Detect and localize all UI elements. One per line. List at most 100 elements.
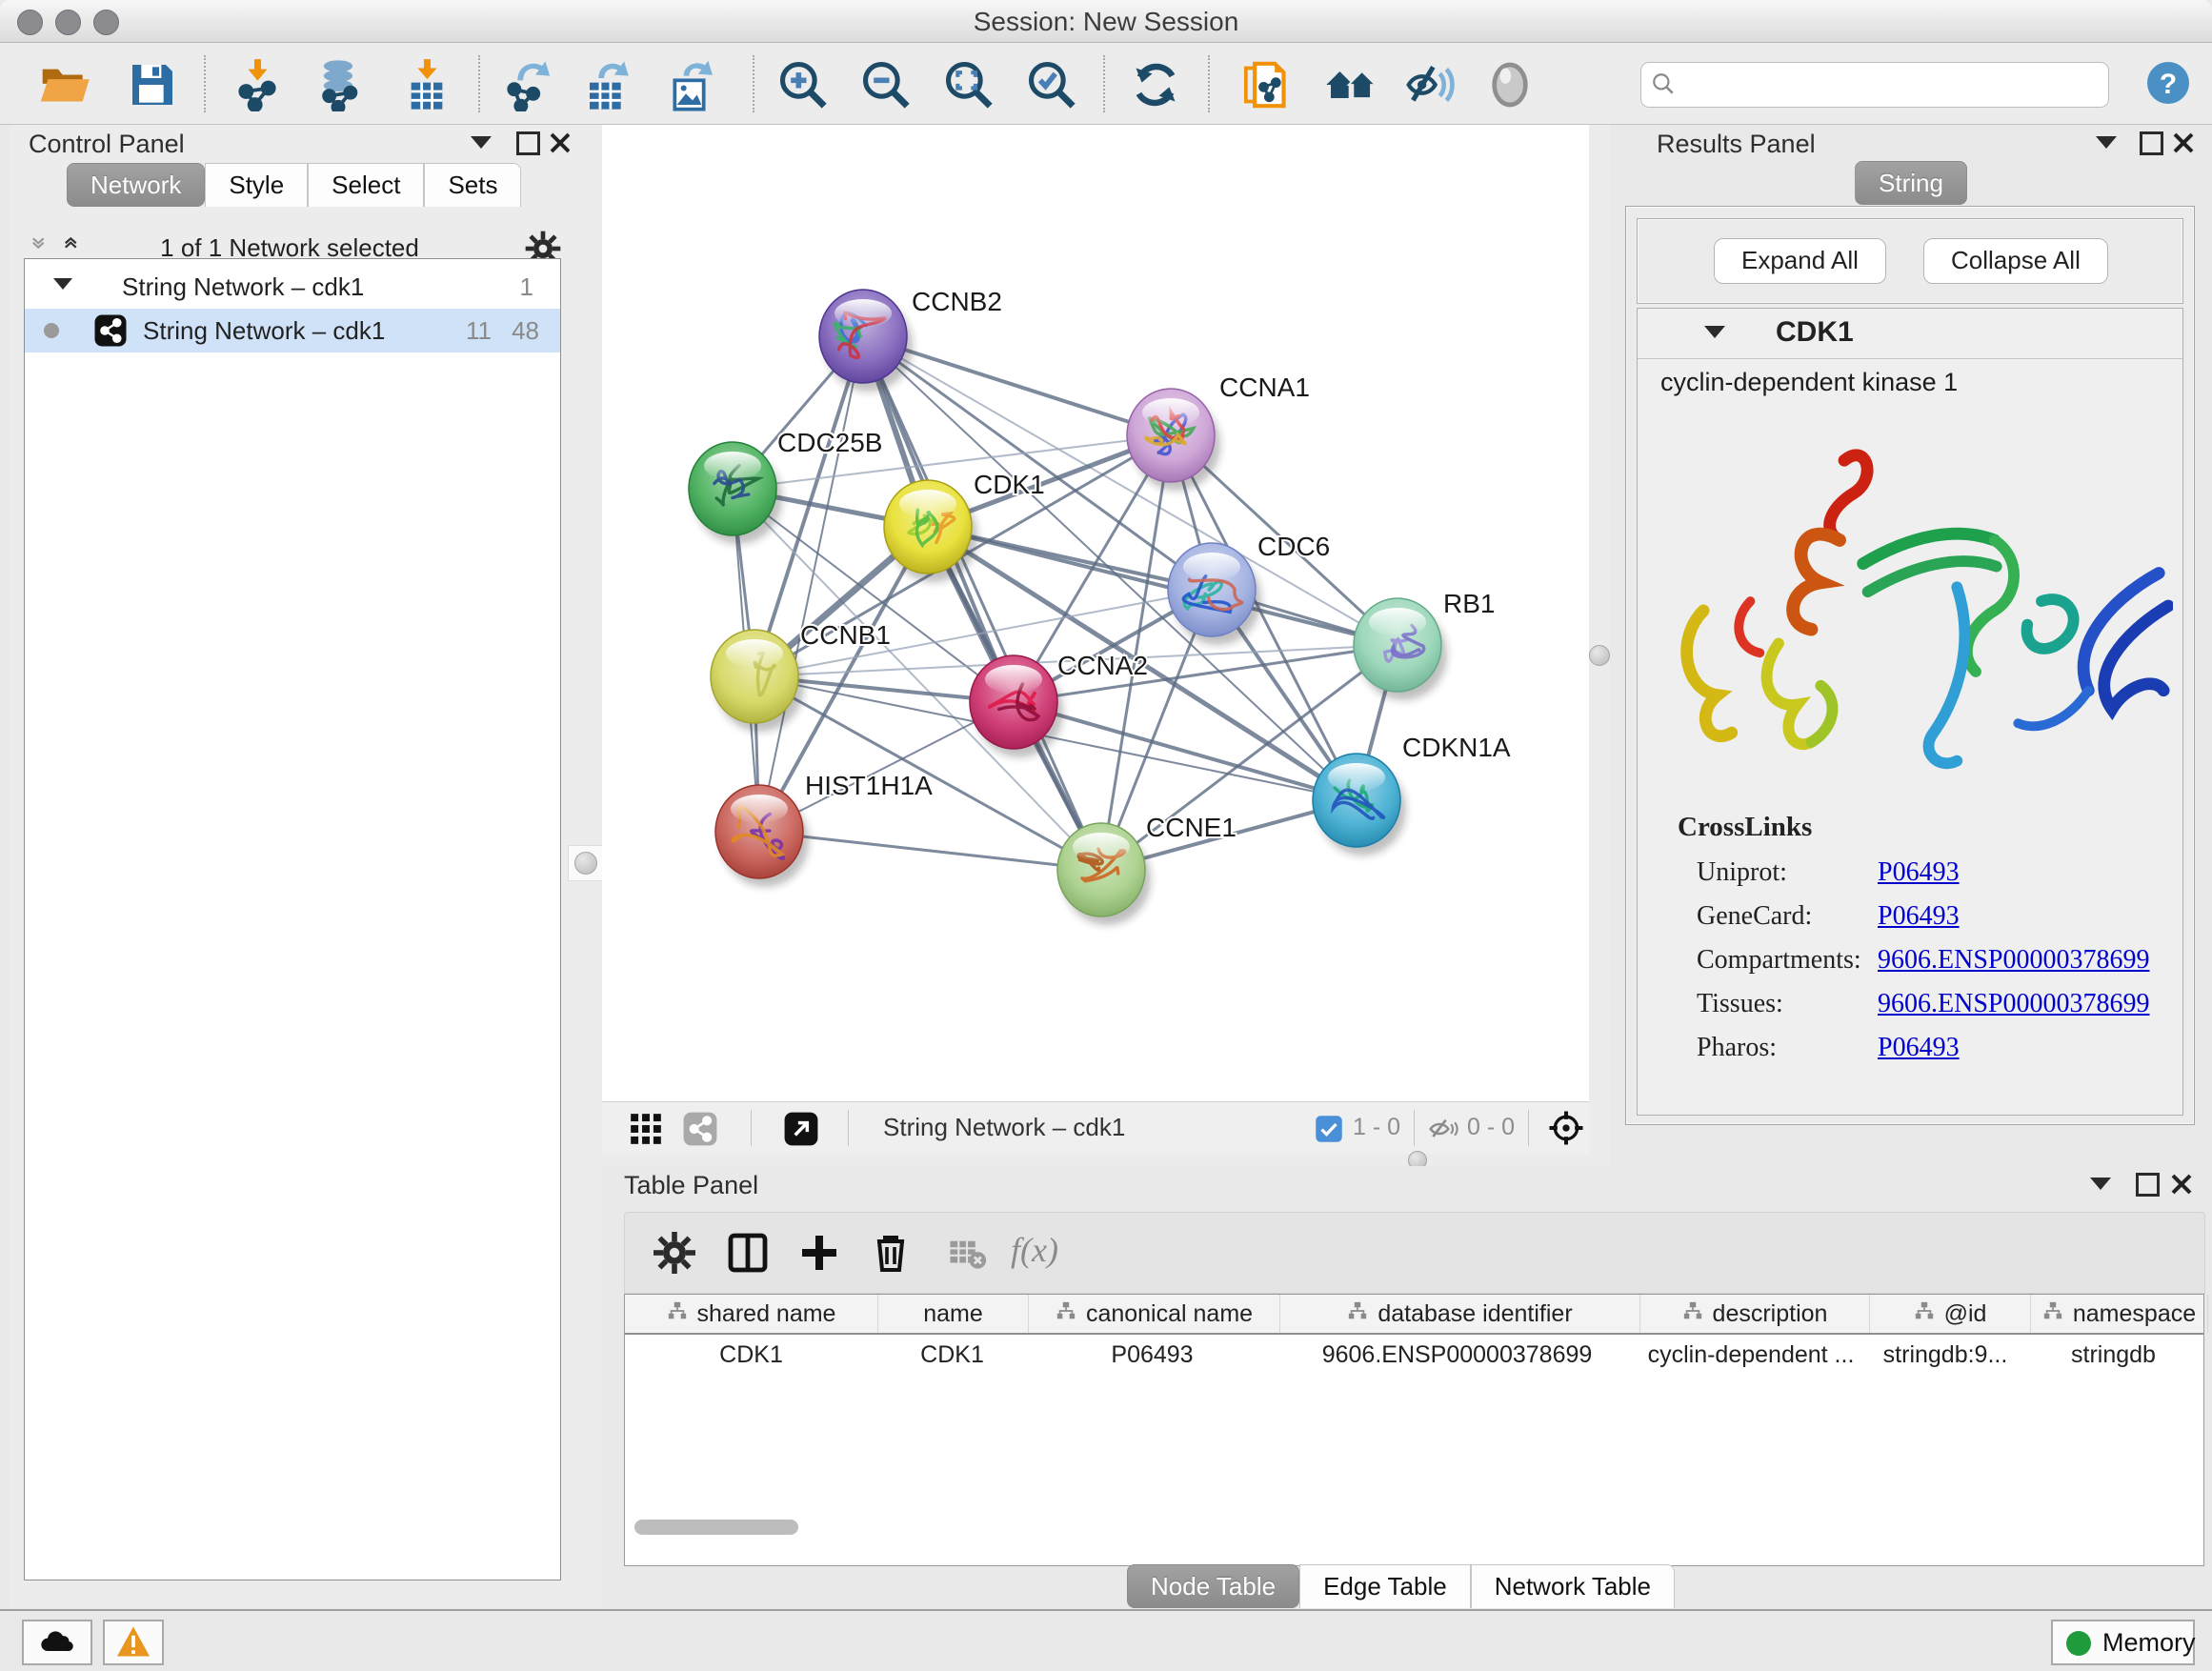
tab-edge-table[interactable]: Edge Table [1299,1564,1471,1608]
horizontal-scrollbar[interactable] [634,1520,798,1535]
columns-icon[interactable] [725,1230,771,1276]
tab-network-table[interactable]: Network Table [1471,1564,1675,1608]
search-input[interactable] [1683,65,2097,103]
network-node-cdk1[interactable] [884,480,977,582]
panel-close-icon[interactable] [549,131,572,154]
node-label: CCNB2 [912,287,1002,316]
panel-collapse-icon[interactable] [2096,136,2117,153]
panel-collapse-icon[interactable] [2090,1178,2111,1195]
left-splitter-handle[interactable] [574,852,597,875]
right-splitter-handle[interactable] [1589,645,1610,666]
node-table[interactable]: shared namenamecanonical name database id… [624,1294,2204,1566]
warning-button[interactable] [103,1620,164,1665]
tab-node-table[interactable]: Node Table [1127,1564,1299,1608]
table-cell[interactable]: stringdb:9... [1865,1335,2025,1375]
tab-string[interactable]: String [1855,161,1967,205]
column-header[interactable]: database identifier [1280,1295,1640,1333]
network-canvas[interactable]: CCNB2CCNA1CDC25BCDK1CDC6RB1CCNB1CCNA2CDK… [602,125,1589,1101]
network-node-ccna2[interactable] [970,655,1063,757]
node-gloss [1328,763,1385,792]
tab-style[interactable]: Style [205,163,308,207]
table-cell[interactable]: CDK1 [877,1335,1027,1375]
tab-sets[interactable]: Sets [424,163,521,207]
delete-column-icon[interactable] [868,1230,914,1276]
collapse-entry-icon[interactable] [1704,326,1725,338]
export-image-icon[interactable] [666,58,719,111]
column-header[interactable]: namespace [2031,1295,2208,1333]
node-label: RB1 [1443,589,1495,618]
crosslink-link[interactable]: P06493 [1878,857,1960,888]
zoom-out-icon[interactable] [859,58,913,111]
left-splitter[interactable] [570,125,602,1608]
zoom-fit-icon[interactable] [942,58,995,111]
help-icon[interactable]: ? [2145,60,2191,106]
hide-unhide-icon[interactable] [1404,58,1458,111]
refresh-icon[interactable] [1129,58,1182,111]
column-header[interactable]: canonical name [1029,1295,1280,1333]
string-network-graph[interactable]: CCNB2CCNA1CDC25BCDK1CDC6RB1CCNB1CCNA2CDK… [602,125,1589,1101]
add-column-icon[interactable] [796,1230,842,1276]
network-edge[interactable] [759,336,863,832]
birdseye-grid-icon[interactable] [628,1111,664,1147]
clone-document-icon[interactable] [1240,58,1294,111]
memory-button[interactable]: Memory [2051,1620,2195,1665]
save-icon[interactable] [126,58,179,111]
table-cell[interactable]: stringdb [2025,1335,2202,1375]
selected-checkbox-icon[interactable] [1315,1115,1343,1143]
collection-row[interactable]: String Network – cdk1 1 [25,265,560,309]
table-cell[interactable]: CDK1 [625,1335,877,1375]
network-node-rb1[interactable] [1354,598,1447,700]
column-header[interactable]: @id [1870,1295,2031,1333]
table-cell[interactable]: cyclin-dependent ... [1637,1335,1865,1375]
import-network-icon[interactable] [231,58,284,111]
crosslink-link[interactable]: P06493 [1878,901,1960,932]
import-database-icon[interactable] [312,58,365,111]
network-node-cdkn1a[interactable] [1313,754,1406,856]
open-folder-icon[interactable] [38,58,91,111]
highlight-icon[interactable] [1483,58,1537,111]
fit-selected-target-icon[interactable] [1547,1109,1585,1147]
panel-float-icon[interactable] [2136,1173,2160,1197]
expand-all-button[interactable]: Expand All [1714,238,1886,284]
column-header[interactable]: shared name [625,1295,878,1333]
network-node-cdc25b[interactable] [689,442,782,544]
homes-icon[interactable] [1324,58,1377,111]
network-node-ccne1[interactable] [1057,823,1151,925]
cloud-button[interactable] [22,1620,92,1665]
export-network-icon[interactable] [502,58,555,111]
network-node-ccnb2[interactable] [819,290,913,392]
table-cell[interactable]: P06493 [1027,1335,1277,1375]
gear-icon[interactable] [652,1230,697,1276]
collapse-all-button[interactable]: Collapse All [1923,238,2108,284]
table-row[interactable]: CDK1CDK1P064939606.ENSP00000378699cyclin… [625,1335,2203,1375]
import-table-icon[interactable] [400,58,453,111]
crosslink-link[interactable]: P06493 [1878,1033,1960,1063]
node-gloss [1142,398,1199,427]
zoom-in-icon[interactable] [776,58,830,111]
panel-close-icon[interactable] [2170,1173,2193,1196]
panel-close-icon[interactable] [2172,131,2195,154]
tab-select[interactable]: Select [308,163,424,207]
column-header[interactable]: name [878,1295,1029,1333]
gene-header-row[interactable]: CDK1 [1638,309,2182,359]
column-header-label: database identifier [1377,1300,1572,1328]
panel-float-icon[interactable] [516,131,540,155]
network-node-hist1h1a[interactable] [715,785,809,887]
column-header[interactable]: description [1640,1295,1870,1333]
table-cell[interactable]: 9606.ENSP00000378699 [1277,1335,1637,1375]
crosslink-link[interactable]: 9606.ENSP00000378699 [1878,945,2149,976]
panel-float-icon[interactable] [2140,131,2163,155]
tab-network[interactable]: Network [67,163,205,207]
crosslink-link[interactable]: 9606.ENSP00000378699 [1878,989,2149,1019]
export-table-icon[interactable] [583,58,636,111]
string-tools-icon[interactable] [682,1111,718,1147]
network-node-ccna1[interactable] [1127,389,1220,491]
zoom-selected-icon[interactable] [1025,58,1078,111]
search-icon [1651,71,1676,96]
network-edge[interactable] [759,832,1101,870]
clear-table-icon [947,1230,987,1276]
panel-collapse-icon[interactable] [471,136,492,153]
right-splitter[interactable] [1589,125,1610,1154]
network-row-selected[interactable]: String Network – cdk1 11 48 [25,309,560,352]
open-in-window-icon[interactable] [783,1111,819,1147]
